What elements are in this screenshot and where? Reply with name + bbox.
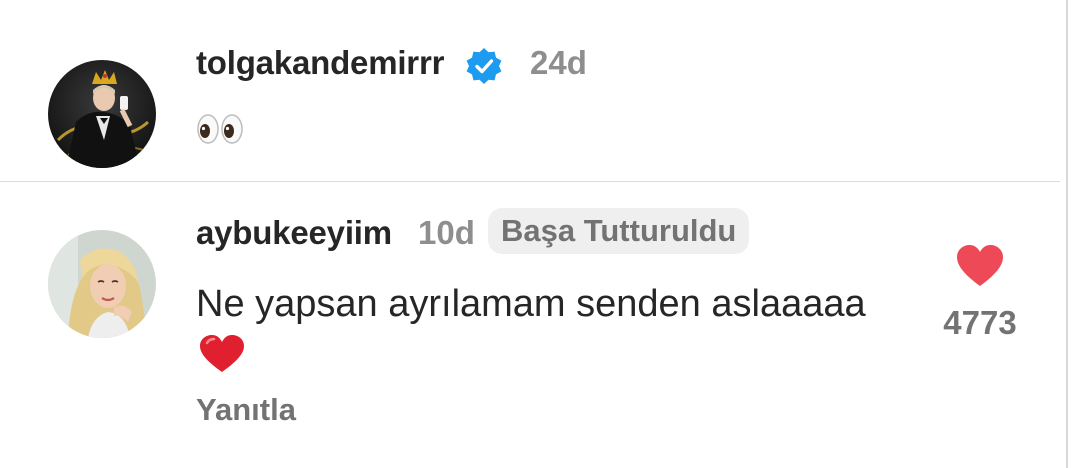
scrollbar[interactable] <box>1066 0 1068 468</box>
red-heart-emoji <box>198 334 246 374</box>
caption-timestamp: 24d <box>530 44 587 81</box>
comments-page: tolgakandemirrr 24d aybukeeyiim 10d Başa… <box>0 0 1080 468</box>
verified-badge-icon <box>464 46 504 86</box>
pinned-badge: Başa Tutturuldu <box>488 208 750 254</box>
eyes-emoji <box>196 112 246 146</box>
like-count: 4773 <box>943 304 1017 341</box>
comment-text-content: Ne yapsan ayrılamam senden aslaaaaa <box>196 283 866 325</box>
commenter-username[interactable]: aybukeeyiim <box>196 214 392 252</box>
comment-timestamp: 10d <box>418 214 475 251</box>
reply-button[interactable]: Yanıtla <box>196 392 296 428</box>
author-avatar-image <box>48 60 156 168</box>
commenter-avatar-image <box>48 230 156 338</box>
heart-icon[interactable] <box>956 244 1004 288</box>
author-avatar[interactable] <box>48 60 156 168</box>
caption-row: tolgakandemirrr 24d <box>0 0 1060 182</box>
author-username[interactable]: tolgakandemirrr <box>196 44 444 82</box>
commenter-avatar[interactable] <box>48 230 156 338</box>
pinned-comment: aybukeeyiim 10d Başa Tutturuldu Ne yapsa… <box>0 182 1060 468</box>
comment-text: Ne yapsan ayrılamam senden aslaaaaa <box>196 278 896 382</box>
